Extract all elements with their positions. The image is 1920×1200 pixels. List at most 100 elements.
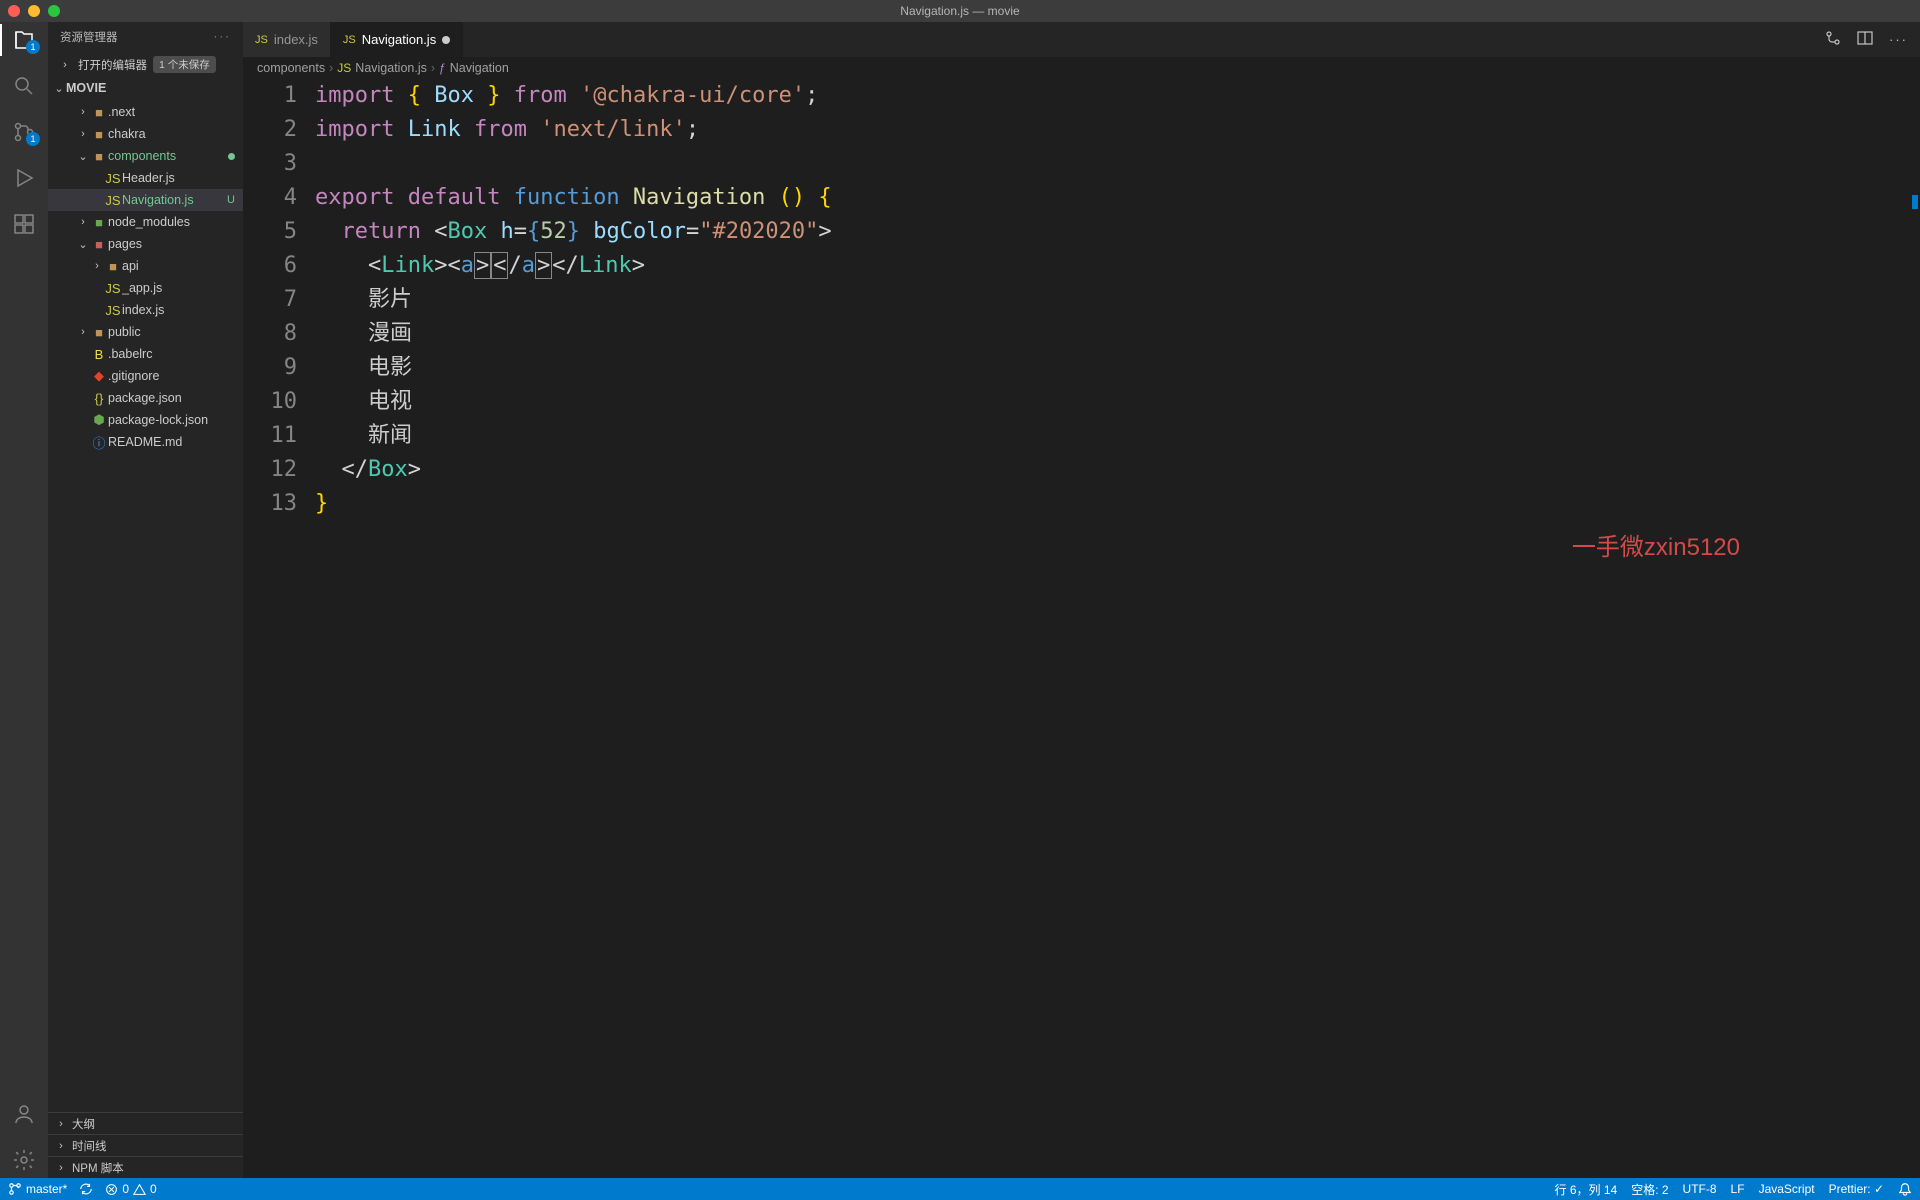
git-branch-status[interactable]: master* [8,1182,67,1196]
tree-chevron-icon: › [76,326,90,338]
watermark-text: 一手微zxin5120 [1572,529,1740,566]
modified-indicator-icon [228,153,235,160]
sidebar: 资源管理器 ··· › 打开的编辑器 1 个未保存 ⌄ MOVIE ›■.nex… [48,22,243,1178]
sidebar-collapsible-section[interactable]: › 大纲 [48,1112,243,1134]
tree-label: package.json [108,391,235,405]
tree-item[interactable]: ›■node_modules [48,211,243,233]
folder-icon: ■ [90,237,108,252]
breadcrumb-item[interactable]: Navigation.js [355,61,427,75]
tree-item[interactable]: ›■.next [48,101,243,123]
tree-label: chakra [108,127,235,141]
js-file-icon: JS [104,171,122,186]
tree-chevron-icon: › [90,260,104,272]
sidebar-collapsible-section[interactable]: ›NPM 脚本 [48,1156,243,1178]
chevron-right-icon: › [54,1118,68,1130]
sidebar-header: 资源管理器 ··· [48,22,243,52]
project-name: MOVIE [66,81,235,95]
notifications-icon[interactable] [1898,1182,1912,1196]
code-editor[interactable]: 1234 5678 910111213 import { Box } from … [243,79,1920,1178]
dirty-indicator-icon [442,36,450,44]
breadcrumbs[interactable]: components › JS Navigation.js › ƒ Naviga… [243,57,1920,79]
tree-label: _app.js [122,281,235,295]
tree-item[interactable]: ›■api [48,255,243,277]
editor-tab[interactable]: JSindex.js [243,22,331,57]
tree-label: api [122,259,235,273]
indentation-status[interactable]: 空格: 2 [1631,1181,1668,1198]
source-control-icon[interactable]: 1 [12,120,36,144]
tree-item[interactable]: JSNavigation.jsU [48,189,243,211]
tree-label: Navigation.js [122,193,227,207]
git-file-icon: ◆ [90,368,108,384]
window-title: Navigation.js — movie [900,4,1019,18]
encoding-status[interactable]: UTF-8 [1683,1182,1717,1196]
chevron-right-icon: › [58,59,72,71]
cursor-position-status[interactable]: 行 6，列 14 [1555,1181,1618,1198]
js-file-icon: JS [343,34,356,46]
symbol-function-icon: ƒ [439,61,446,75]
problems-status[interactable]: 0 0 [105,1182,156,1196]
tree-label: package-lock.json [108,413,235,427]
tree-label: components [108,149,235,163]
git-status-badge: U [227,194,235,206]
js-file-icon: JS [337,61,351,75]
tree-label: Header.js [122,171,235,185]
babel-file-icon: B [90,347,108,362]
scm-badge: 1 [26,132,40,146]
sidebar-more-icon[interactable]: ··· [214,31,232,43]
sync-status[interactable] [79,1182,93,1196]
tree-item[interactable]: ⌄■components [48,145,243,167]
tree-item[interactable]: ›■public [48,321,243,343]
run-debug-icon[interactable] [12,166,36,190]
tree-chevron-icon: ⌄ [76,150,90,163]
explorer-icon[interactable]: 1 [12,28,36,52]
prettier-status[interactable]: Prettier: ✓ [1829,1182,1884,1196]
open-editors-label: 打开的编辑器 [78,57,147,73]
minimap-indicator [1912,195,1918,209]
editor-area: JSindex.jsJSNavigation.js ··· components… [243,22,1920,1178]
tree-item[interactable]: ›■chakra [48,123,243,145]
titlebar: Navigation.js — movie [0,0,1920,22]
tree-item[interactable]: ⌄■pages [48,233,243,255]
tree-item[interactable]: ⓘREADME.md [48,431,243,453]
js-file-icon: JS [104,281,122,296]
tree-item[interactable]: JSindex.js [48,299,243,321]
open-editors-section[interactable]: › 打开的编辑器 1 个未保存 [48,52,243,77]
sidebar-collapsible-section[interactable]: › 时间线 [48,1134,243,1156]
code-content[interactable]: import { Box } from '@chakra-ui/core'; i… [315,79,1920,1178]
split-editor-icon[interactable] [1857,30,1873,49]
minimize-window-button[interactable] [28,5,40,17]
tree-item[interactable]: ⬢package-lock.json [48,409,243,431]
editor-tab[interactable]: JS Navigation.js [331,22,463,57]
search-icon[interactable] [12,74,36,98]
eol-status[interactable]: LF [1731,1182,1745,1196]
language-mode-status[interactable]: JavaScript [1759,1182,1815,1196]
accounts-icon[interactable] [12,1102,36,1126]
chevron-right-icon: › [431,61,435,75]
tree-item[interactable]: JS_app.js [48,277,243,299]
folder-icon: ■ [90,215,108,230]
tree-chevron-icon: › [76,128,90,140]
breadcrumb-item[interactable]: components [257,61,325,75]
tree-item[interactable]: {}package.json [48,387,243,409]
breadcrumb-item[interactable]: Navigation [450,61,509,75]
tree-chevron-icon: ⌄ [76,238,90,251]
tree-item[interactable]: JSHeader.js [48,167,243,189]
tree-label: .babelrc [108,347,235,361]
js-file-icon: JS [255,34,268,46]
close-window-button[interactable] [8,5,20,17]
project-root[interactable]: ⌄ MOVIE [48,77,243,99]
maximize-window-button[interactable] [48,5,60,17]
chevron-right-icon: › [54,1140,68,1152]
extensions-icon[interactable] [12,212,36,236]
tree-item[interactable]: B.babelrc [48,343,243,365]
folder-icon: ■ [90,105,108,120]
section-label: 时间线 [72,1138,107,1154]
tree-label: README.md [108,435,235,449]
tree-item[interactable]: ◆.gitignore [48,365,243,387]
tree-label: .next [108,105,235,119]
compare-changes-icon[interactable] [1825,30,1841,49]
section-label: 大纲 [72,1116,95,1132]
settings-gear-icon[interactable] [12,1148,36,1172]
more-actions-icon[interactable]: ··· [1889,32,1908,47]
tab-label: Navigation.js [362,32,436,47]
